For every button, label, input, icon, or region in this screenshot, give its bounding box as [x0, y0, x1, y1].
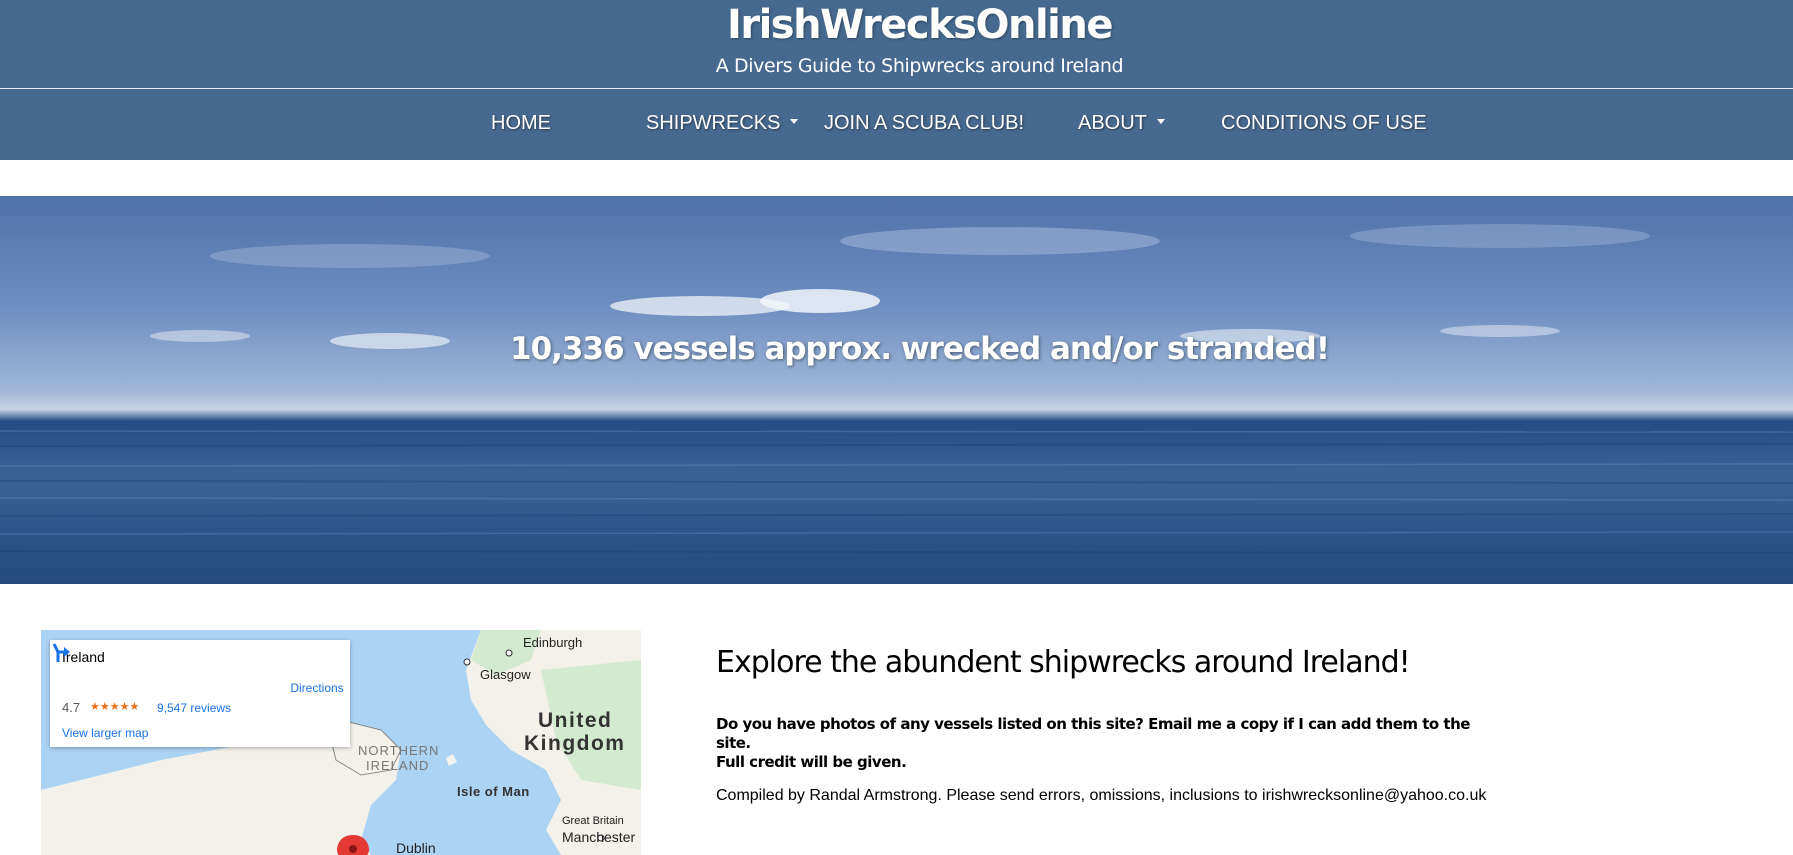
nav-about[interactable]: ABOUT: [1078, 110, 1165, 136]
nav-join-label: JOIN A SCUBA CLUB!: [824, 112, 1025, 134]
hero-banner: 10,336 vessels approx. wrecked and/or st…: [0, 196, 1793, 584]
sea-backdrop: [0, 224, 1793, 554]
nav-conditions-of-use[interactable]: CONDITIONS OF USE: [1221, 110, 1427, 136]
map-label-isle-of-man: Isle of Man: [457, 784, 530, 799]
credit-line: Compiled by Randal Armstrong. Please sen…: [716, 787, 1487, 804]
map-label-united: United: [538, 709, 613, 732]
site-tagline: A Divers Guide to Shipwrecks around Irel…: [715, 55, 1124, 77]
embedded-map[interactable]: Edinburgh Glasgow United Kingdom NORTHER…: [41, 630, 641, 855]
nav-home-label: HOME: [491, 112, 551, 134]
site-title[interactable]: IrishWrecksOnline: [0, 2, 1793, 48]
content-title: Explore the abundent shipwrecks around I…: [716, 645, 1411, 680]
map-label-ireland: IRELAND: [366, 758, 430, 773]
site-header: IrishWrecksOnline A Divers Guide to Ship…: [0, 0, 1793, 160]
nav-shipwrecks-label: SHIPWRECKS: [646, 112, 781, 134]
header-divider: [0, 88, 1793, 89]
map-reviews-link[interactable]: 9,547 reviews: [157, 701, 231, 715]
hero-headline: 10,336 vessels approx. wrecked and/or st…: [510, 331, 1330, 367]
photo-request-line-1: Do you have photos of any vessels listed…: [716, 715, 1470, 752]
view-larger-map-link[interactable]: View larger map: [62, 726, 148, 740]
map-label-manchester: Manchester: [562, 829, 636, 845]
chevron-down-icon: [790, 119, 799, 125]
map-label-glasgow: Glasgow: [480, 667, 531, 682]
photo-request-line-2: Full credit will be given.: [716, 753, 907, 771]
map-info-card: Ireland 4.7 ★★★★★ 9,547 reviews View lar…: [50, 640, 350, 747]
star-rating-icon: ★★★★★: [90, 701, 140, 713]
nav-shipwrecks[interactable]: SHIPWRECKS: [646, 110, 799, 136]
nav-conditions-label: CONDITIONS OF USE: [1221, 112, 1427, 134]
nav-home[interactable]: HOME: [491, 110, 551, 136]
map-label-northern: NORTHERN: [358, 743, 440, 758]
nav-join-scuba-club[interactable]: JOIN A SCUBA CLUB!: [824, 110, 1024, 136]
map-label-great-britain: Great Britain: [562, 815, 624, 827]
map-label-dublin: Dublin: [396, 840, 436, 855]
nav-about-label: ABOUT: [1078, 112, 1147, 134]
map-label-edinburgh: Edinburgh: [523, 635, 583, 650]
map-rating: 4.7: [62, 700, 81, 715]
directions-link[interactable]: Directions: [283, 681, 351, 695]
chevron-down-icon: [1156, 119, 1165, 125]
directions-icon[interactable]: [50, 640, 74, 664]
map-label-kingdom: Kingdom: [524, 732, 626, 755]
photo-request-text: Do you have photos of any vessels listed…: [716, 715, 1496, 772]
